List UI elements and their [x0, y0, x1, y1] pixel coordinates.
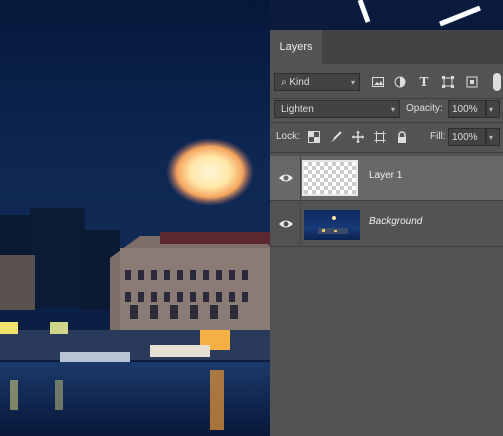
- thumbnail-city-image: [318, 216, 348, 234]
- opacity-label: Opacity:: [406, 103, 443, 114]
- divider: [270, 200, 503, 201]
- lock-artboard-icon[interactable]: [372, 129, 388, 145]
- lock-all-icon[interactable]: [394, 129, 410, 145]
- divider: [270, 122, 503, 123]
- chevron-down-icon: ▾: [489, 133, 494, 142]
- search-icon: ⌕: [281, 77, 287, 88]
- layer-thumbnail-transparent[interactable]: [302, 160, 358, 196]
- lock-position-icon[interactable]: [350, 129, 366, 145]
- brush-stroke: [0, 0, 270, 30]
- tab-layers[interactable]: Layers: [270, 30, 322, 64]
- fill-field[interactable]: 100%: [448, 128, 486, 146]
- chevron-down-icon: ▾: [489, 105, 494, 114]
- document-canvas[interactable]: [0, 0, 270, 436]
- divider: [270, 152, 503, 153]
- image-filter-icon[interactable]: [370, 74, 386, 90]
- shape-filter-icon[interactable]: [440, 74, 456, 90]
- panel-tab-bar: Layers: [270, 30, 503, 64]
- filter-kind-label: Kind: [289, 77, 310, 88]
- blend-mode-value: Lighten: [281, 104, 314, 115]
- opacity-field[interactable]: 100%: [448, 100, 486, 118]
- fill-value: 100%: [452, 132, 478, 143]
- layer-row-layer-1[interactable]: Layer 1: [270, 156, 503, 200]
- fill-label: Fill:: [430, 131, 446, 142]
- divider: [270, 246, 503, 247]
- divider: [300, 202, 301, 246]
- filter-kind-dropdown[interactable]: ⌕ Kind ▾: [274, 73, 360, 91]
- tab-layers-label: Layers: [279, 41, 313, 53]
- chevron-down-icon: ▾: [390, 105, 395, 114]
- layers-panel: Layers ⌕ Kind ▾ T Lighten ▾ Opacity: 100…: [270, 30, 503, 436]
- type-filter-icon[interactable]: T: [416, 74, 432, 90]
- visibility-eye-icon[interactable]: [278, 170, 294, 186]
- lock-transparent-pixels-icon[interactable]: [306, 129, 322, 145]
- filter-toggle[interactable]: [493, 73, 501, 91]
- smart-object-filter-icon[interactable]: [464, 74, 480, 90]
- lock-row: Lock: Fill: 100% ▾: [270, 124, 503, 152]
- divider: [300, 156, 301, 200]
- visibility-eye-icon[interactable]: [278, 216, 294, 232]
- adjustment-filter-icon[interactable]: [392, 74, 408, 90]
- filter-row: ⌕ Kind ▾ T: [270, 70, 503, 98]
- brush-stroke-top: [270, 0, 503, 30]
- opacity-slider-button[interactable]: ▾: [486, 100, 500, 118]
- blend-mode-dropdown[interactable]: Lighten ▾: [274, 100, 400, 118]
- chevron-down-icon: ▾: [350, 78, 355, 87]
- layer-row-background[interactable]: Background: [270, 202, 503, 246]
- lock-image-pixels-icon[interactable]: [328, 129, 344, 145]
- opacity-value: 100%: [452, 104, 478, 115]
- layer-name[interactable]: Background: [369, 216, 422, 227]
- lock-label: Lock:: [276, 131, 300, 142]
- night-city-photo: [0, 138, 270, 436]
- fill-slider-button[interactable]: ▾: [486, 128, 500, 146]
- layer-name[interactable]: Layer 1: [369, 170, 402, 181]
- layer-thumbnail-photo[interactable]: [304, 210, 360, 240]
